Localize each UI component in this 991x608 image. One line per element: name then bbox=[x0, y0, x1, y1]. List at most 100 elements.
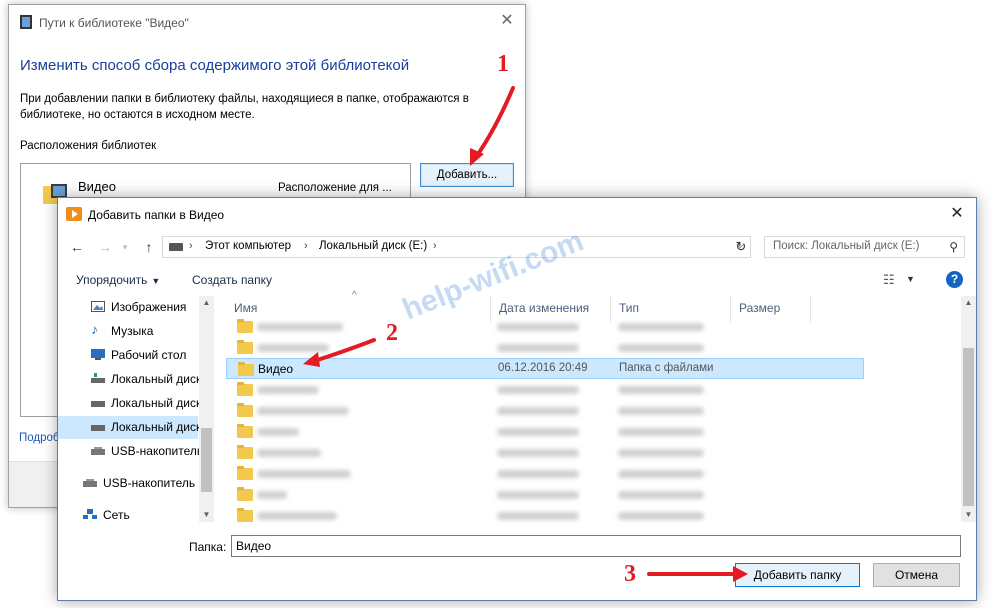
nav-item-local-disk-1[interactable]: Локальный диск bbox=[58, 368, 202, 391]
nav-item-music[interactable]: ♪ Музыка bbox=[58, 320, 198, 343]
nav-item-usb-drive-1[interactable]: USB-накопитель bbox=[58, 440, 203, 463]
organize-menu[interactable]: Упорядочить ▼ bbox=[76, 273, 160, 287]
table-row[interactable] bbox=[226, 442, 806, 463]
help-icon[interactable]: ? bbox=[946, 271, 963, 288]
folder-icon bbox=[237, 340, 253, 354]
folder-icon bbox=[237, 424, 253, 438]
nav-item-local-disk-3[interactable]: Локальный диск bbox=[58, 416, 201, 439]
navigation-scrollbar[interactable]: ▲ ▼ bbox=[199, 296, 214, 522]
search-icon: ⚲ bbox=[949, 240, 958, 254]
nav-item-label: Локальный диск bbox=[111, 372, 202, 386]
nav-item-label: Изображения bbox=[111, 300, 187, 314]
breadcrumb-local-disk[interactable]: Локальный диск (E:) bbox=[319, 240, 427, 252]
view-options-icon[interactable]: ☷ bbox=[883, 272, 895, 288]
breadcrumb-separator-icon[interactable]: › bbox=[304, 240, 308, 252]
step-number-2: 2 bbox=[386, 320, 398, 346]
new-folder-button[interactable]: Создать папку bbox=[192, 273, 272, 287]
blurred-name bbox=[257, 449, 321, 457]
chevron-down-icon[interactable]: ▼ bbox=[906, 274, 915, 284]
blurred-name bbox=[257, 386, 319, 394]
table-row[interactable] bbox=[226, 421, 806, 442]
blurred-date bbox=[497, 428, 579, 436]
scroll-down-icon[interactable]: ▼ bbox=[199, 508, 214, 522]
refresh-icon[interactable]: ↻ bbox=[732, 236, 751, 258]
recent-chevron-down-icon[interactable]: ▾ bbox=[116, 238, 134, 256]
file-name: Видео bbox=[258, 362, 294, 376]
folder-icon bbox=[237, 466, 253, 480]
nav-item-pictures[interactable]: Изображения bbox=[58, 296, 198, 319]
cancel-button[interactable]: Отмена bbox=[873, 563, 960, 587]
search-input[interactable]: Поиск: Локальный диск (E:) ⚲ bbox=[764, 236, 965, 258]
folder-icon bbox=[237, 508, 253, 522]
nav-item-label: Рабочий стол bbox=[111, 348, 187, 362]
nav-item-local-disk-2[interactable]: Локальный диск bbox=[58, 392, 201, 415]
close-icon[interactable]: ✕ bbox=[946, 203, 968, 225]
pictures-icon bbox=[91, 301, 105, 312]
folder-icon bbox=[237, 487, 253, 501]
blurred-date bbox=[497, 512, 579, 520]
folder-input[interactable]: Видео bbox=[231, 535, 961, 557]
navigation-pane[interactable]: Изображения ♪ Музыка Рабочий стол Локаль… bbox=[58, 296, 214, 522]
video-library-icon bbox=[20, 15, 32, 29]
forward-arrow-icon[interactable]: → bbox=[96, 238, 114, 256]
back-arrow-icon[interactable]: ← bbox=[68, 238, 86, 256]
nav-item-label: USB-накопитель bbox=[103, 476, 196, 490]
organize-label: Упорядочить bbox=[76, 273, 148, 287]
file-list[interactable]: ^ Имя Дата изменения Тип Размер Видео 06… bbox=[226, 290, 962, 522]
library-dialog-heading: Изменить способ сбора содержимого этой б… bbox=[20, 57, 410, 74]
breadcrumb-separator-icon[interactable]: › bbox=[433, 240, 437, 252]
blurred-name bbox=[257, 512, 337, 520]
table-row[interactable] bbox=[226, 316, 806, 337]
file-list-scrollbar[interactable]: ▲ ▼ bbox=[961, 296, 976, 522]
folder-icon bbox=[237, 382, 253, 396]
nav-item-network[interactable]: Сеть bbox=[58, 504, 198, 522]
blurred-name bbox=[257, 470, 351, 478]
media-player-icon bbox=[66, 207, 82, 221]
blurred-type bbox=[618, 449, 704, 457]
table-row[interactable] bbox=[226, 505, 806, 526]
folder-icon bbox=[237, 403, 253, 417]
blurred-type bbox=[618, 428, 704, 436]
step-number-3: 3 bbox=[624, 561, 636, 587]
table-row[interactable] bbox=[226, 379, 806, 400]
scroll-down-icon[interactable]: ▼ bbox=[961, 508, 976, 522]
table-row[interactable] bbox=[226, 484, 806, 505]
more-info-link[interactable]: Подроб bbox=[19, 432, 60, 444]
desktop-icon bbox=[91, 349, 105, 360]
drive-icon bbox=[91, 401, 105, 407]
table-row[interactable] bbox=[226, 337, 806, 358]
file-type: Папка с файлами bbox=[619, 362, 714, 374]
nav-item-usb-drive-2[interactable]: USB-накопитель bbox=[58, 472, 198, 495]
network-icon bbox=[83, 509, 97, 519]
network-drive-icon bbox=[91, 373, 105, 383]
breadcrumb-separator-icon[interactable]: › bbox=[189, 240, 193, 252]
music-icon: ♪ bbox=[91, 321, 98, 337]
folder-icon bbox=[237, 319, 253, 333]
library-dialog-titlebar: Пути к библиотеке "Видео" ✕ bbox=[9, 5, 525, 39]
close-icon[interactable]: ✕ bbox=[497, 11, 517, 31]
step-number-1: 1 bbox=[497, 51, 509, 77]
table-row-selected[interactable]: Видео 06.12.2016 20:49 Папка с файлами bbox=[226, 358, 864, 379]
add-dialog-title: Добавить папки в Видео bbox=[88, 208, 225, 222]
table-row[interactable] bbox=[226, 463, 806, 484]
add-dialog-titlebar: Добавить папки в Видео ✕ bbox=[58, 198, 976, 230]
add-folder-button[interactable]: Добавить папку bbox=[735, 563, 860, 587]
usb-drive-icon bbox=[91, 447, 105, 455]
blurred-type bbox=[618, 386, 704, 394]
breadcrumb-this-pc[interactable]: Этот компьютер bbox=[205, 240, 291, 252]
scroll-up-icon[interactable]: ▲ bbox=[961, 296, 976, 310]
blurred-date bbox=[497, 491, 579, 499]
scroll-up-icon[interactable]: ▲ bbox=[199, 296, 214, 310]
address-bar[interactable]: › Этот компьютер › Локальный диск (E:) ›… bbox=[162, 236, 751, 258]
chevron-down-icon: ▼ bbox=[151, 276, 161, 286]
folder-icon bbox=[237, 445, 253, 459]
scrollbar-thumb[interactable] bbox=[963, 348, 974, 506]
drive-icon bbox=[91, 425, 105, 431]
up-arrow-icon[interactable]: ↑ bbox=[140, 238, 158, 256]
table-row[interactable] bbox=[226, 400, 806, 421]
scrollbar-thumb[interactable] bbox=[201, 428, 212, 492]
nav-item-label: USB-накопитель bbox=[111, 444, 204, 458]
library-add-button[interactable]: Добавить... bbox=[420, 163, 514, 187]
nav-item-desktop[interactable]: Рабочий стол bbox=[58, 344, 198, 367]
location-item-name: Видео bbox=[78, 179, 116, 194]
